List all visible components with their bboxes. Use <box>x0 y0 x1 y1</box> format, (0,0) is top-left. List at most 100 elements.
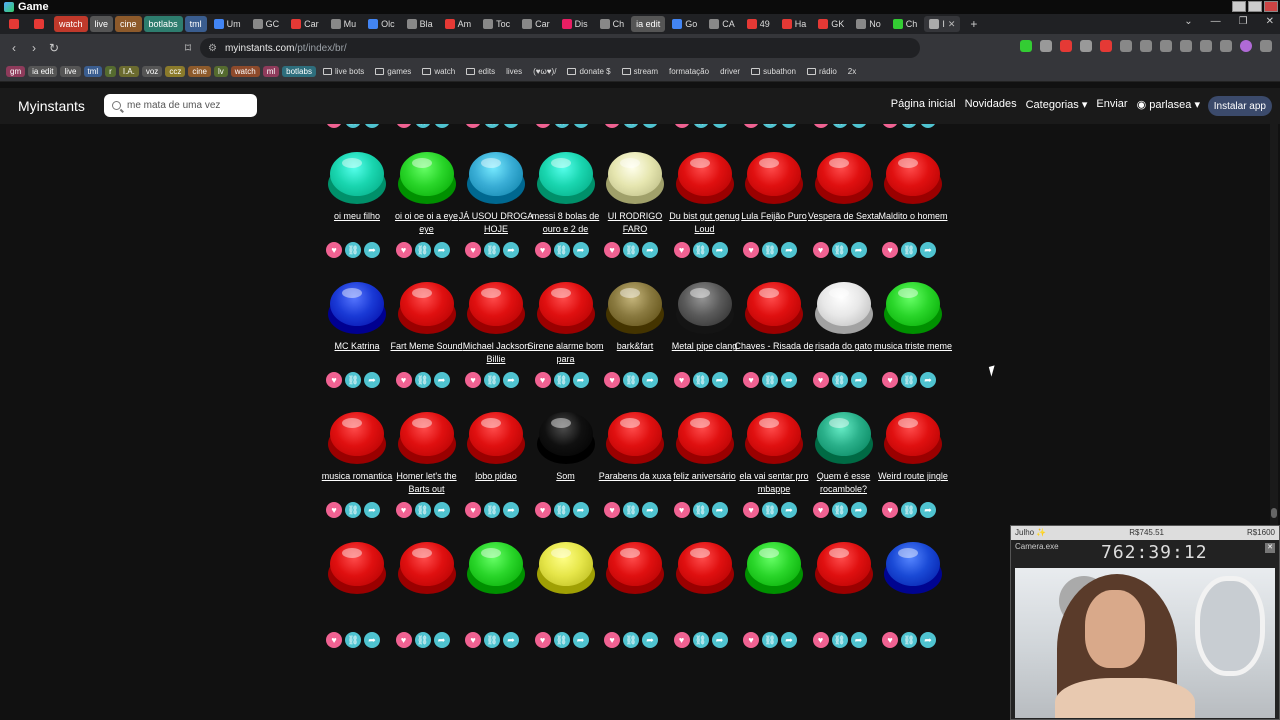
play-sound-button[interactable] <box>884 542 942 594</box>
favorite-heart-icon[interactable]: ♥ <box>743 124 759 128</box>
play-sound-button[interactable] <box>467 412 525 464</box>
instant-title-link[interactable]: Sirene alarme bom para <box>526 340 606 366</box>
share-icon[interactable]: ➦ <box>642 632 658 648</box>
instant-title-link[interactable]: Homer let's the Barts out <box>387 470 467 496</box>
share-icon[interactable]: ➦ <box>850 372 867 388</box>
bookmark-item[interactable]: subathon <box>747 66 800 77</box>
browser-tab[interactable]: Am <box>440 16 477 32</box>
copy-link-icon[interactable]: ⛓ <box>623 372 639 388</box>
share-icon[interactable]: ➦ <box>503 124 519 128</box>
share-icon[interactable]: ➦ <box>850 502 867 518</box>
instant-title-link[interactable]: Som <box>526 470 606 483</box>
copy-link-icon[interactable]: ⛓ <box>414 372 431 388</box>
instant-title-link[interactable]: oi oi oe oi a eye eye <box>387 210 467 236</box>
search-box[interactable] <box>104 94 257 117</box>
instant-title-link[interactable]: risada do gato <box>804 340 884 353</box>
browser-tab[interactable]: Um <box>209 16 246 32</box>
bookmark-item[interactable]: ml <box>262 66 280 77</box>
copy-link-icon[interactable]: ⛓ <box>831 632 848 648</box>
favorite-heart-icon[interactable]: ♥ <box>395 242 412 258</box>
tab-group[interactable]: ia edit <box>631 16 666 32</box>
favorite-heart-icon[interactable]: ♥ <box>882 502 898 518</box>
play-sound-button[interactable] <box>328 412 386 464</box>
forward-icon[interactable]: › <box>24 41 44 55</box>
share-icon[interactable]: ➦ <box>711 242 728 258</box>
instant-title-link[interactable]: Chaves - Risada de <box>734 340 814 353</box>
install-app-button[interactable]: Instalar app <box>1207 96 1272 116</box>
minimize-icon[interactable] <box>1232 1 1246 12</box>
copy-link-icon[interactable]: ⛓ <box>692 242 709 258</box>
browser-tab[interactable]: Olc <box>363 16 400 32</box>
copy-link-icon[interactable]: ⛓ <box>762 124 778 128</box>
play-sound-button[interactable] <box>606 412 664 464</box>
profile-icon[interactable] <box>1240 40 1252 52</box>
share-icon[interactable]: ➦ <box>572 372 589 388</box>
browser-tab[interactable]: Go <box>667 16 702 32</box>
close-icon[interactable] <box>1264 1 1278 12</box>
favorite-heart-icon[interactable]: ♥ <box>882 632 898 648</box>
copy-link-icon[interactable]: ⛓ <box>762 242 778 258</box>
copy-link-icon[interactable]: ⛓ <box>762 502 778 518</box>
bookmark-icon[interactable]: ⌑ <box>178 41 198 55</box>
instant-title-link[interactable]: ela vai sentar pro mbappe <box>734 470 814 496</box>
play-sound-button[interactable] <box>884 282 942 334</box>
share-icon[interactable]: ➦ <box>781 632 797 648</box>
extension-icon[interactable] <box>1200 40 1212 52</box>
browser-tab[interactable]: Dis <box>557 16 593 32</box>
share-icon[interactable]: ➦ <box>920 372 936 388</box>
play-sound-button[interactable] <box>397 412 456 464</box>
share-icon[interactable]: ➦ <box>433 372 450 388</box>
copy-link-icon[interactable]: ⛓ <box>623 502 639 518</box>
puzzle-icon[interactable] <box>1120 40 1132 52</box>
favorite-heart-icon[interactable]: ♥ <box>743 502 759 518</box>
favorite-heart-icon[interactable]: ♥ <box>882 372 898 388</box>
play-sound-button[interactable] <box>397 282 456 334</box>
share-icon[interactable]: ➦ <box>364 124 380 128</box>
favorite-heart-icon[interactable]: ♥ <box>395 632 412 648</box>
nav-new[interactable]: Novidades <box>965 98 1017 111</box>
play-sound-button[interactable] <box>745 282 803 334</box>
play-sound-button[interactable] <box>884 152 942 204</box>
extension-icon[interactable] <box>1060 40 1072 52</box>
menu-icon[interactable] <box>1260 40 1272 52</box>
url-text[interactable]: myinstants.com/pt/index/br/ <box>225 43 347 54</box>
copy-link-icon[interactable]: ⛓ <box>553 372 570 388</box>
favorite-heart-icon[interactable]: ♥ <box>326 372 342 388</box>
instant-title-link[interactable]: UI RODRIGO FARO <box>595 210 675 236</box>
share-icon[interactable]: ➦ <box>642 124 658 128</box>
extension-icon[interactable] <box>1020 40 1032 52</box>
close-icon[interactable]: ✕ <box>1266 16 1274 27</box>
browser-tab[interactable]: Ha <box>777 16 812 32</box>
bookmark-item[interactable]: games <box>371 66 415 77</box>
favorite-heart-icon[interactable]: ♥ <box>882 124 898 128</box>
bookmark-item[interactable]: stream <box>618 66 662 77</box>
instant-title-link[interactable]: bark&fart <box>595 340 675 353</box>
share-icon[interactable]: ➦ <box>642 502 658 518</box>
share-icon[interactable]: ➦ <box>711 372 728 388</box>
share-icon[interactable]: ➦ <box>503 502 519 518</box>
share-icon[interactable]: ➦ <box>850 124 867 128</box>
favorite-heart-icon[interactable]: ♥ <box>743 632 759 648</box>
share-icon[interactable]: ➦ <box>364 502 380 518</box>
share-icon[interactable]: ➦ <box>711 632 728 648</box>
bookmark-item[interactable]: lives <box>502 66 526 77</box>
tab-group[interactable]: watch <box>54 16 88 32</box>
play-sound-button[interactable] <box>675 282 734 334</box>
extension-icon[interactable] <box>1080 40 1092 52</box>
favorite-heart-icon[interactable]: ♥ <box>395 502 412 518</box>
play-sound-button[interactable] <box>536 542 595 594</box>
bookmark-item[interactable]: rádio <box>803 66 841 77</box>
copy-link-icon[interactable]: ⛓ <box>553 502 570 518</box>
bookmark-item[interactable]: watch <box>418 66 459 77</box>
browser-tab[interactable]: GC <box>248 16 285 32</box>
instant-title-link[interactable]: JÁ USOU DROGA HOJE <box>456 210 536 236</box>
bookmark-item[interactable]: ccz <box>165 66 186 77</box>
copy-link-icon[interactable]: ⛓ <box>831 372 848 388</box>
favorite-heart-icon[interactable]: ♥ <box>882 242 898 258</box>
extension-icon[interactable] <box>1100 40 1112 52</box>
maximize-icon[interactable] <box>1248 1 1262 12</box>
extension-icon[interactable] <box>1040 40 1052 52</box>
play-sound-button[interactable] <box>328 282 386 334</box>
copy-link-icon[interactable]: ⛓ <box>762 632 778 648</box>
copy-link-icon[interactable]: ⛓ <box>414 242 431 258</box>
